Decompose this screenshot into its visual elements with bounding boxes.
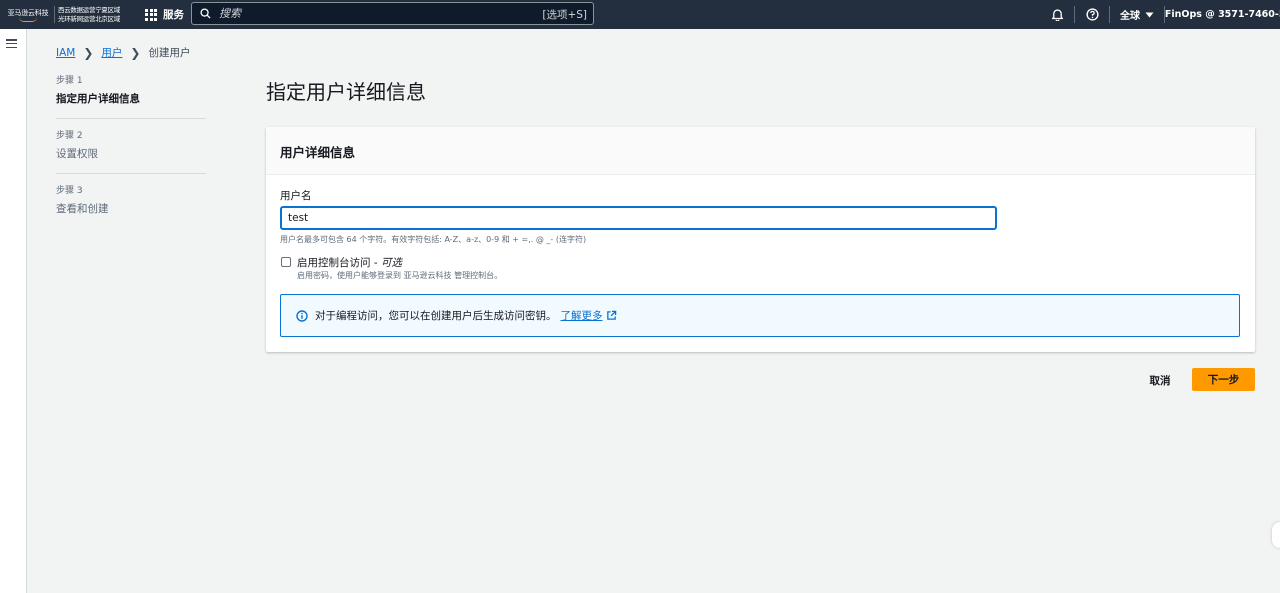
step-number: 步骤 1	[56, 76, 83, 86]
region-selector[interactable]: 全球	[1110, 0, 1164, 29]
step-1: 步骤 1 指定用户详细信息	[56, 76, 206, 119]
optional-tag: 可选	[380, 257, 402, 269]
help-button[interactable]	[1075, 0, 1109, 29]
cancel-button[interactable]: 取消	[1138, 369, 1182, 391]
console-access-checkbox[interactable]	[281, 257, 291, 267]
wizard-steps: 步骤 1 指定用户详细信息 步骤 2 设置权限 步骤 3 查看和创建	[56, 76, 206, 240]
region-selector-label: 全球	[1120, 11, 1140, 22]
info-alert: 对于编程访问，您可以在创建用户后生成访问密钥。 了解更多	[280, 294, 1240, 337]
panel-title: 用户详细信息	[280, 145, 356, 160]
user-details-panel: 用户详细信息 用户名 用户名最多可包含 64 个字符。有效字符包括: A-Z、a…	[266, 127, 1255, 352]
search-input[interactable]	[219, 7, 519, 20]
username-constraint-text: 用户名最多可包含 64 个字符。有效字符包括: A-Z、a-z、0-9 和 + …	[280, 235, 587, 244]
account-menu[interactable]: FinOps @ 3571-7460-52	[1165, 0, 1280, 29]
step-3: 步骤 3 查看和创建	[56, 186, 206, 228]
menu-hamburger-icon[interactable]	[6, 39, 17, 48]
info-text: 对于编程访问，您可以在创建用户后生成访问密钥。	[315, 310, 557, 322]
account-label: FinOps @ 3571-7460-52	[1165, 9, 1280, 20]
top-navigation: 亚马逊云科技 西云数据运营宁夏区域 光环新网运营北京区域 服务 [选项+S] 全…	[0, 0, 1280, 29]
username-label: 用户名	[280, 190, 312, 202]
breadcrumb: IAM ❯ 用户 ❯ 创建用户	[56, 45, 190, 60]
breadcrumb-users[interactable]: 用户	[101, 45, 122, 60]
step-number: 步骤 2	[56, 131, 83, 141]
region-operator-info: 西云数据运营宁夏区域 光环新网运营北京区域	[58, 6, 120, 24]
region-line-1: 西云数据运营宁夏区域	[58, 5, 121, 14]
breadcrumb-current: 创建用户	[148, 47, 191, 59]
console-access-label-text: 启用控制台访问 -	[297, 257, 381, 269]
console-access-description: 启用密码，使用户能够登录到 亚马逊云科技 管理控制台。	[297, 271, 503, 280]
chevron-right-icon: ❯	[83, 45, 94, 60]
page-title: 指定用户详细信息	[266, 80, 426, 104]
step-title: 查看和创建	[56, 203, 109, 215]
step-title: 指定用户详细信息	[56, 93, 140, 105]
learn-more-link[interactable]: 了解更多	[561, 308, 603, 323]
search-shortcut-hint: [选项+S]	[542, 9, 587, 21]
services-grid-icon	[145, 8, 158, 21]
divider	[54, 6, 55, 23]
region-line-2: 光环新网运营北京区域	[58, 14, 121, 23]
services-label: 服务	[163, 9, 185, 21]
panel-header: 用户详细信息	[266, 127, 1255, 175]
caret-down-icon	[1145, 12, 1154, 17]
bell-icon	[1051, 9, 1064, 21]
chevron-right-icon: ❯	[130, 45, 141, 60]
username-input[interactable]	[280, 206, 997, 230]
breadcrumb-iam[interactable]: IAM	[56, 47, 75, 59]
logo-smile-icon	[19, 17, 37, 22]
notifications-button[interactable]	[1041, 0, 1074, 29]
info-icon	[296, 309, 308, 322]
search-icon	[200, 8, 211, 19]
step-number: 步骤 3	[56, 186, 83, 196]
side-navigation-rail	[0, 29, 27, 593]
console-access-label[interactable]: 启用控制台访问 - 可选	[297, 255, 402, 270]
services-menu-button[interactable]: 服务	[145, 0, 184, 29]
logo[interactable]: 亚马逊云科技	[0, 0, 52, 29]
external-link-icon[interactable]	[606, 310, 617, 321]
search-box[interactable]: [选项+S]	[191, 2, 594, 25]
feedback-side-handle[interactable]	[1272, 522, 1280, 548]
step-title: 设置权限	[56, 148, 98, 160]
help-icon	[1085, 8, 1099, 21]
next-button[interactable]: 下一步	[1192, 368, 1255, 391]
top-nav-right: 全球 FinOps @ 3571-7460-52	[1041, 0, 1280, 29]
step-2: 步骤 2 设置权限	[56, 131, 206, 174]
